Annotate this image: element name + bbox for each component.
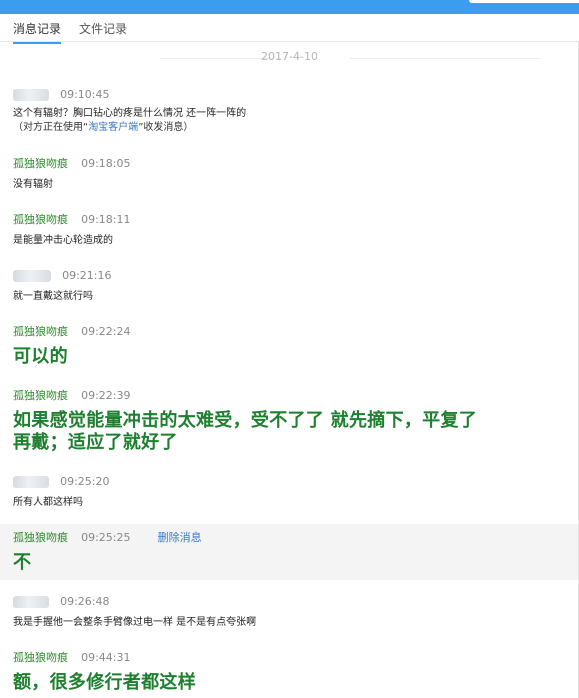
blurred-name-avatar: [13, 89, 49, 101]
chat-message: 孤独狼吻痕 09:18:05 没有辐射: [0, 156, 579, 196]
message-header: 09:25:20: [13, 474, 110, 490]
message-time: 09:18:11: [81, 213, 131, 226]
message-text: 如果感觉能量冲击的太难受，受不了了 就先摘下，平复了 再戴；适应了就好了: [13, 410, 478, 453]
message-text: 这个有辐射？胸口钻心的疼是什么情况 还一阵一阵的: [13, 108, 247, 119]
message-header: 09:10:45: [13, 87, 110, 103]
message-text: 我是手握他一会整条手臂像过电一样 是不是有点夸张啊: [13, 617, 257, 628]
sender-name[interactable]: 孤独狼吻痕: [13, 324, 68, 339]
client-note-suffix: ”收发消息）: [138, 122, 194, 133]
sender-name[interactable]: 孤独狼吻痕: [13, 212, 68, 227]
tab-messages[interactable]: 消息记录: [13, 20, 62, 44]
message-time: 09:44:31: [81, 651, 131, 664]
chat-message-highlighted[interactable]: 孤独狼吻痕 09:25:25 删除消息 不: [0, 524, 579, 580]
message-time: 09:22:24: [81, 325, 131, 338]
message-text: 不: [13, 552, 32, 573]
sender-name[interactable]: 孤独狼吻痕: [13, 650, 68, 665]
chat-message: 09:10:45 这个有辐射？胸口钻心的疼是什么情况 还一阵一阵的 （对方正在使…: [0, 87, 579, 137]
chat-message: 孤独狼吻痕 09:44:31 额，很多修行者都这样: [0, 650, 579, 698]
message-text: 可以的: [13, 346, 68, 367]
message-text: 就一直戴这就行吗: [13, 291, 93, 302]
chat-message: 09:26:48 我是手握他一会整条手臂像过电一样 是不是有点夸张啊: [0, 594, 579, 634]
message-header: 09:21:16: [13, 268, 112, 284]
message-header: 孤独狼吻痕 09:44:31: [13, 650, 131, 666]
client-note: （对方正在使用“淘宝客户端”收发消息）: [13, 121, 193, 135]
message-text: 是能量冲击心轮造成的: [13, 235, 113, 246]
message-time: 09:25:25: [81, 531, 131, 544]
chat-message: 孤独狼吻痕 09:22:24 可以的: [0, 324, 579, 369]
message-time: 09:21:16: [62, 269, 112, 282]
client-note-prefix: （对方正在使用“: [13, 122, 89, 133]
message-time: 09:18:05: [81, 157, 131, 170]
message-header: 孤独狼吻痕 09:22:39: [13, 388, 131, 404]
chat-message: 09:25:20 所有人都这样吗: [0, 474, 579, 514]
date-separator: 2017-4-10: [0, 50, 579, 64]
message-header: 孤独狼吻痕 09:18:05: [13, 156, 131, 172]
message-text: 所有人都这样吗: [13, 497, 83, 508]
message-header: 孤独狼吻痕 09:22:24: [13, 324, 131, 340]
chat-message: 孤独狼吻痕 09:18:11 是能量冲击心轮造成的: [0, 212, 579, 252]
sender-name[interactable]: 孤独狼吻痕: [13, 388, 68, 403]
message-time: 09:10:45: [60, 88, 110, 101]
date-separator-line-right: [350, 58, 540, 59]
taobao-client-link[interactable]: 淘宝客户端: [88, 122, 138, 133]
date-separator-text: 2017-4-10: [261, 50, 318, 63]
chat-message: 09:21:16 就一直戴这就行吗: [0, 268, 579, 308]
record-tabs: 消息记录 文件记录: [0, 14, 579, 44]
message-header: 09:26:48: [13, 594, 110, 610]
sender-name[interactable]: 孤独狼吻痕: [13, 530, 68, 545]
tab-files[interactable]: 文件记录: [79, 20, 127, 37]
message-time: 09:22:39: [81, 389, 131, 402]
message-time: 09:26:48: [60, 595, 110, 608]
message-text: 没有辐射: [13, 179, 53, 190]
message-text: 额，很多修行者都这样: [13, 672, 196, 693]
blurred-name-avatar: [13, 270, 51, 282]
blurred-name-avatar: [13, 476, 49, 488]
message-header: 孤独狼吻痕 09:25:25 删除消息: [13, 530, 202, 546]
sender-name[interactable]: 孤独狼吻痕: [13, 156, 68, 171]
chat-message: 孤独狼吻痕 09:22:39 如果感觉能量冲击的太难受，受不了了 就先摘下，平复…: [0, 388, 579, 458]
message-time: 09:25:20: [60, 475, 110, 488]
delete-message-button[interactable]: 删除消息: [158, 530, 202, 545]
message-header: 孤独狼吻痕 09:18:11: [13, 212, 131, 228]
window-top-bar: [0, 0, 579, 14]
blurred-name-avatar: [13, 596, 49, 608]
top-bar-notch: [469, 0, 579, 3]
